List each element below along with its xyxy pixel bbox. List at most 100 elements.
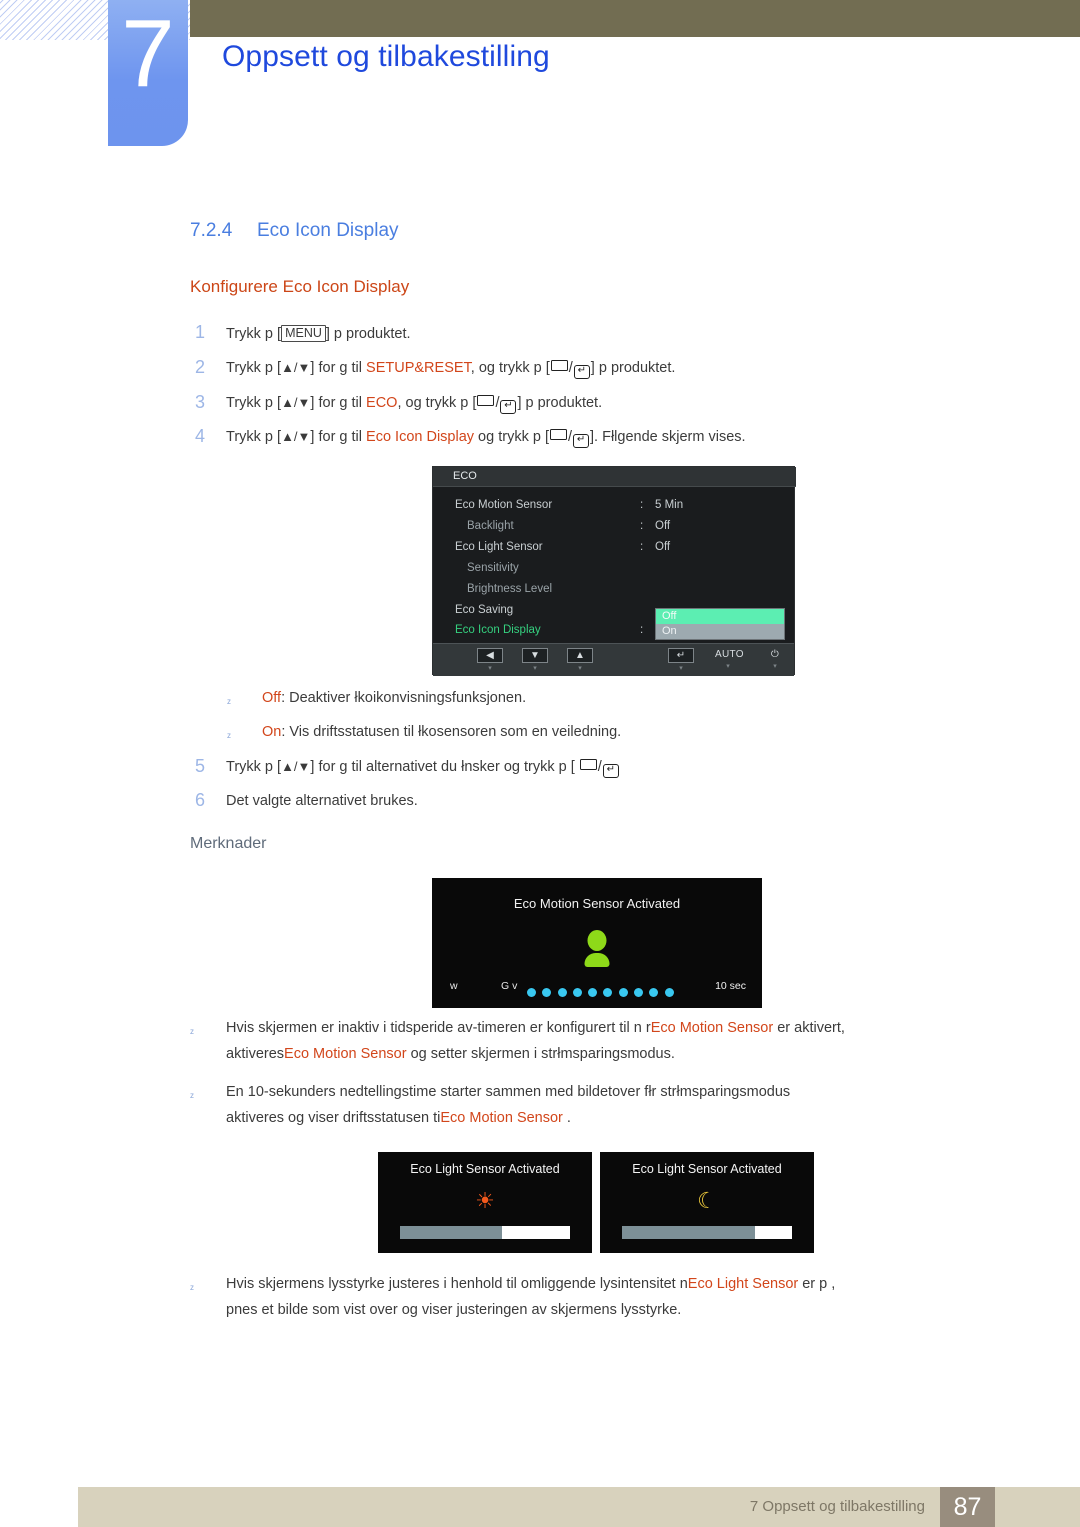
osd-item-label[interactable]: Backlight bbox=[467, 520, 514, 532]
osd-button-glyph: AUTO bbox=[715, 649, 744, 660]
key-label: MENU bbox=[281, 325, 326, 342]
note-line: En 10-sekunders nedtellingstime starter … bbox=[226, 1084, 790, 1100]
menu-term: Eco Light Sensor bbox=[687, 1276, 799, 1292]
step-number: 3 bbox=[194, 392, 205, 412]
osd-button-caret-icon: ▾ bbox=[773, 663, 777, 670]
countdown-dot bbox=[572, 988, 582, 997]
enter-icon: ↵ bbox=[573, 434, 590, 448]
osd-item-label[interactable]: Eco Motion Sensor bbox=[455, 499, 552, 511]
osd-item-label[interactable]: Sensitivity bbox=[467, 562, 519, 574]
osd-footer-button-0[interactable]: ◀ ▾ bbox=[477, 648, 503, 673]
page-number: 87 bbox=[940, 1487, 995, 1527]
osd-footer-button-2[interactable]: ▲ ▾ bbox=[567, 648, 593, 673]
option-note: On: Vis driftsstatusen til łkosensoren s… bbox=[262, 724, 621, 740]
chapter-title: Oppsett og tilbakestilling bbox=[222, 40, 550, 73]
rectangle-icon bbox=[477, 395, 495, 406]
note-line: aktiveresEco Motion Sensor og setter skj… bbox=[226, 1046, 675, 1062]
countdown-dot bbox=[649, 988, 659, 997]
osd-dropdown[interactable]: Off On bbox=[655, 608, 785, 640]
eco-light-sensor-popup-night: Eco Light Sensor Activated ☾ bbox=[600, 1152, 814, 1253]
osd-button-glyph: ◀ bbox=[477, 648, 503, 663]
osd-item-value[interactable]: 5 Min bbox=[655, 499, 683, 511]
countdown-dot bbox=[527, 988, 536, 997]
osd-title-bar: ECO bbox=[433, 467, 796, 487]
osd-footer-button-5[interactable]: ⏻ ▾ bbox=[762, 648, 788, 671]
notes-heading: Merknader bbox=[190, 835, 267, 852]
brightness-bar bbox=[622, 1226, 792, 1239]
osd-item-label[interactable]: Brightness Level bbox=[467, 583, 552, 595]
enter-icon: ↵ bbox=[602, 764, 619, 778]
sun-icon: ☀ bbox=[475, 1188, 495, 1213]
body-text: Hvis skjermens lysstyrke justeres i henh… bbox=[226, 1276, 688, 1292]
osd-button-glyph: ↵ bbox=[668, 648, 694, 663]
bullet-marker: z bbox=[190, 1027, 194, 1036]
osd-colon: : bbox=[640, 541, 644, 553]
motion-popup-right-label: 10 sec bbox=[715, 980, 746, 992]
brightness-bar bbox=[400, 1226, 570, 1239]
slash-separator: / bbox=[597, 759, 602, 775]
body-text: ] p produktet. bbox=[590, 360, 676, 376]
osd-dropdown-option-on[interactable]: On bbox=[656, 624, 784, 639]
body-text: ] for g til alternativet du łnsker og tr… bbox=[310, 759, 579, 775]
countdown-dot bbox=[542, 988, 552, 997]
slash-separator: / bbox=[567, 429, 573, 445]
countdown-dot bbox=[603, 988, 613, 997]
enter-icon: ↵ bbox=[500, 400, 517, 414]
countdown-dot bbox=[557, 988, 567, 997]
header-olive-band bbox=[190, 0, 1080, 37]
source-enter-icon-group: / ↵ bbox=[549, 429, 590, 448]
osd-item-value[interactable]: Off bbox=[655, 520, 670, 532]
bullet-marker: z bbox=[190, 1091, 194, 1100]
person-body-shape bbox=[584, 953, 610, 967]
slash-separator: / bbox=[568, 360, 573, 376]
bullet-marker: z bbox=[227, 697, 231, 706]
enter-icon: ↵ bbox=[573, 365, 590, 379]
motion-popup-title: Eco Motion Sensor Activated bbox=[513, 896, 681, 911]
osd-button-caret-icon: ▾ bbox=[488, 665, 492, 672]
body-text: er aktivert, bbox=[773, 1020, 845, 1036]
footer-chapter-label: 7 Oppsett og tilbakestilling bbox=[749, 1498, 925, 1515]
bullet-marker: z bbox=[190, 1283, 194, 1292]
moon-icon: ☾ bbox=[697, 1188, 717, 1213]
osd-footer-button-1[interactable]: ▼ ▾ bbox=[522, 648, 548, 673]
body-text: . bbox=[562, 1110, 571, 1126]
body-text: Hvis skjermen er inaktiv i tidsperid bbox=[226, 1020, 446, 1036]
body-text: Trykk p [ bbox=[226, 759, 282, 775]
light-popup-title: Eco Light Sensor Activated bbox=[410, 1162, 560, 1176]
step-text: Det valgte alternativet brukes. bbox=[226, 793, 418, 809]
body-text: aktiveres og viser driftsstatusen ti bbox=[226, 1110, 441, 1126]
body-text: r justeringen av skjermens lysstyrke. bbox=[447, 1302, 682, 1318]
rectangle-icon bbox=[579, 759, 597, 770]
osd-footer-button-4[interactable]: AUTO ▾ bbox=[715, 648, 744, 671]
body-text: aktiveres bbox=[226, 1046, 285, 1062]
brightness-bar-fill bbox=[622, 1226, 755, 1239]
chapter-number: 7 bbox=[121, 0, 175, 107]
osd-item-label[interactable]: Eco Icon Display bbox=[455, 624, 541, 636]
final-note-line: pnes et bilde som vist over og viser jus… bbox=[226, 1302, 681, 1318]
motion-popup-timeline: w G v 10 sec bbox=[432, 978, 762, 998]
countdown-dot bbox=[588, 988, 598, 997]
body-text: e starter sammen med bildet bbox=[428, 1084, 613, 1100]
step-text: Trykk p [▲/▼] for g til Eco Icon Display… bbox=[226, 429, 746, 448]
section-title: Eco Icon Display bbox=[257, 220, 399, 241]
menu-term: Eco Motion Sensor bbox=[284, 1046, 407, 1062]
page-footer: 7 Oppsett og tilbakestilling 87 bbox=[78, 1487, 1080, 1527]
osd-footer-button-3[interactable]: ↵ ▾ bbox=[668, 648, 694, 673]
eco-light-sensor-popup-day: Eco Light Sensor Activated ☀ bbox=[378, 1152, 592, 1253]
body-text: Trykk p [ bbox=[226, 429, 282, 445]
osd-button-glyph: ▲ bbox=[567, 648, 593, 663]
updown-arrow-icon: ▲/▼ bbox=[281, 395, 311, 410]
body-text: er p , bbox=[798, 1276, 836, 1292]
motion-popup-mid-label: G v bbox=[501, 980, 518, 992]
countdown-dot bbox=[664, 988, 674, 997]
body-text: og setter skjermen i strłmsparingsmodus. bbox=[406, 1046, 675, 1062]
osd-item-value[interactable]: Off bbox=[655, 541, 670, 553]
osd-dropdown-option-off[interactable]: Off bbox=[656, 609, 784, 624]
osd-button-glyph: ⏻ bbox=[770, 649, 780, 660]
osd-item-label[interactable]: Eco Light Sensor bbox=[455, 541, 543, 553]
body-text: ]. Fłlgende skjerm vises. bbox=[590, 429, 746, 445]
osd-item-label[interactable]: Eco Saving bbox=[455, 604, 513, 616]
option-description: : Vis driftsstatusen til łkosensoren som… bbox=[281, 724, 622, 740]
countdown-dots bbox=[527, 984, 687, 1002]
osd-colon: : bbox=[640, 624, 644, 636]
